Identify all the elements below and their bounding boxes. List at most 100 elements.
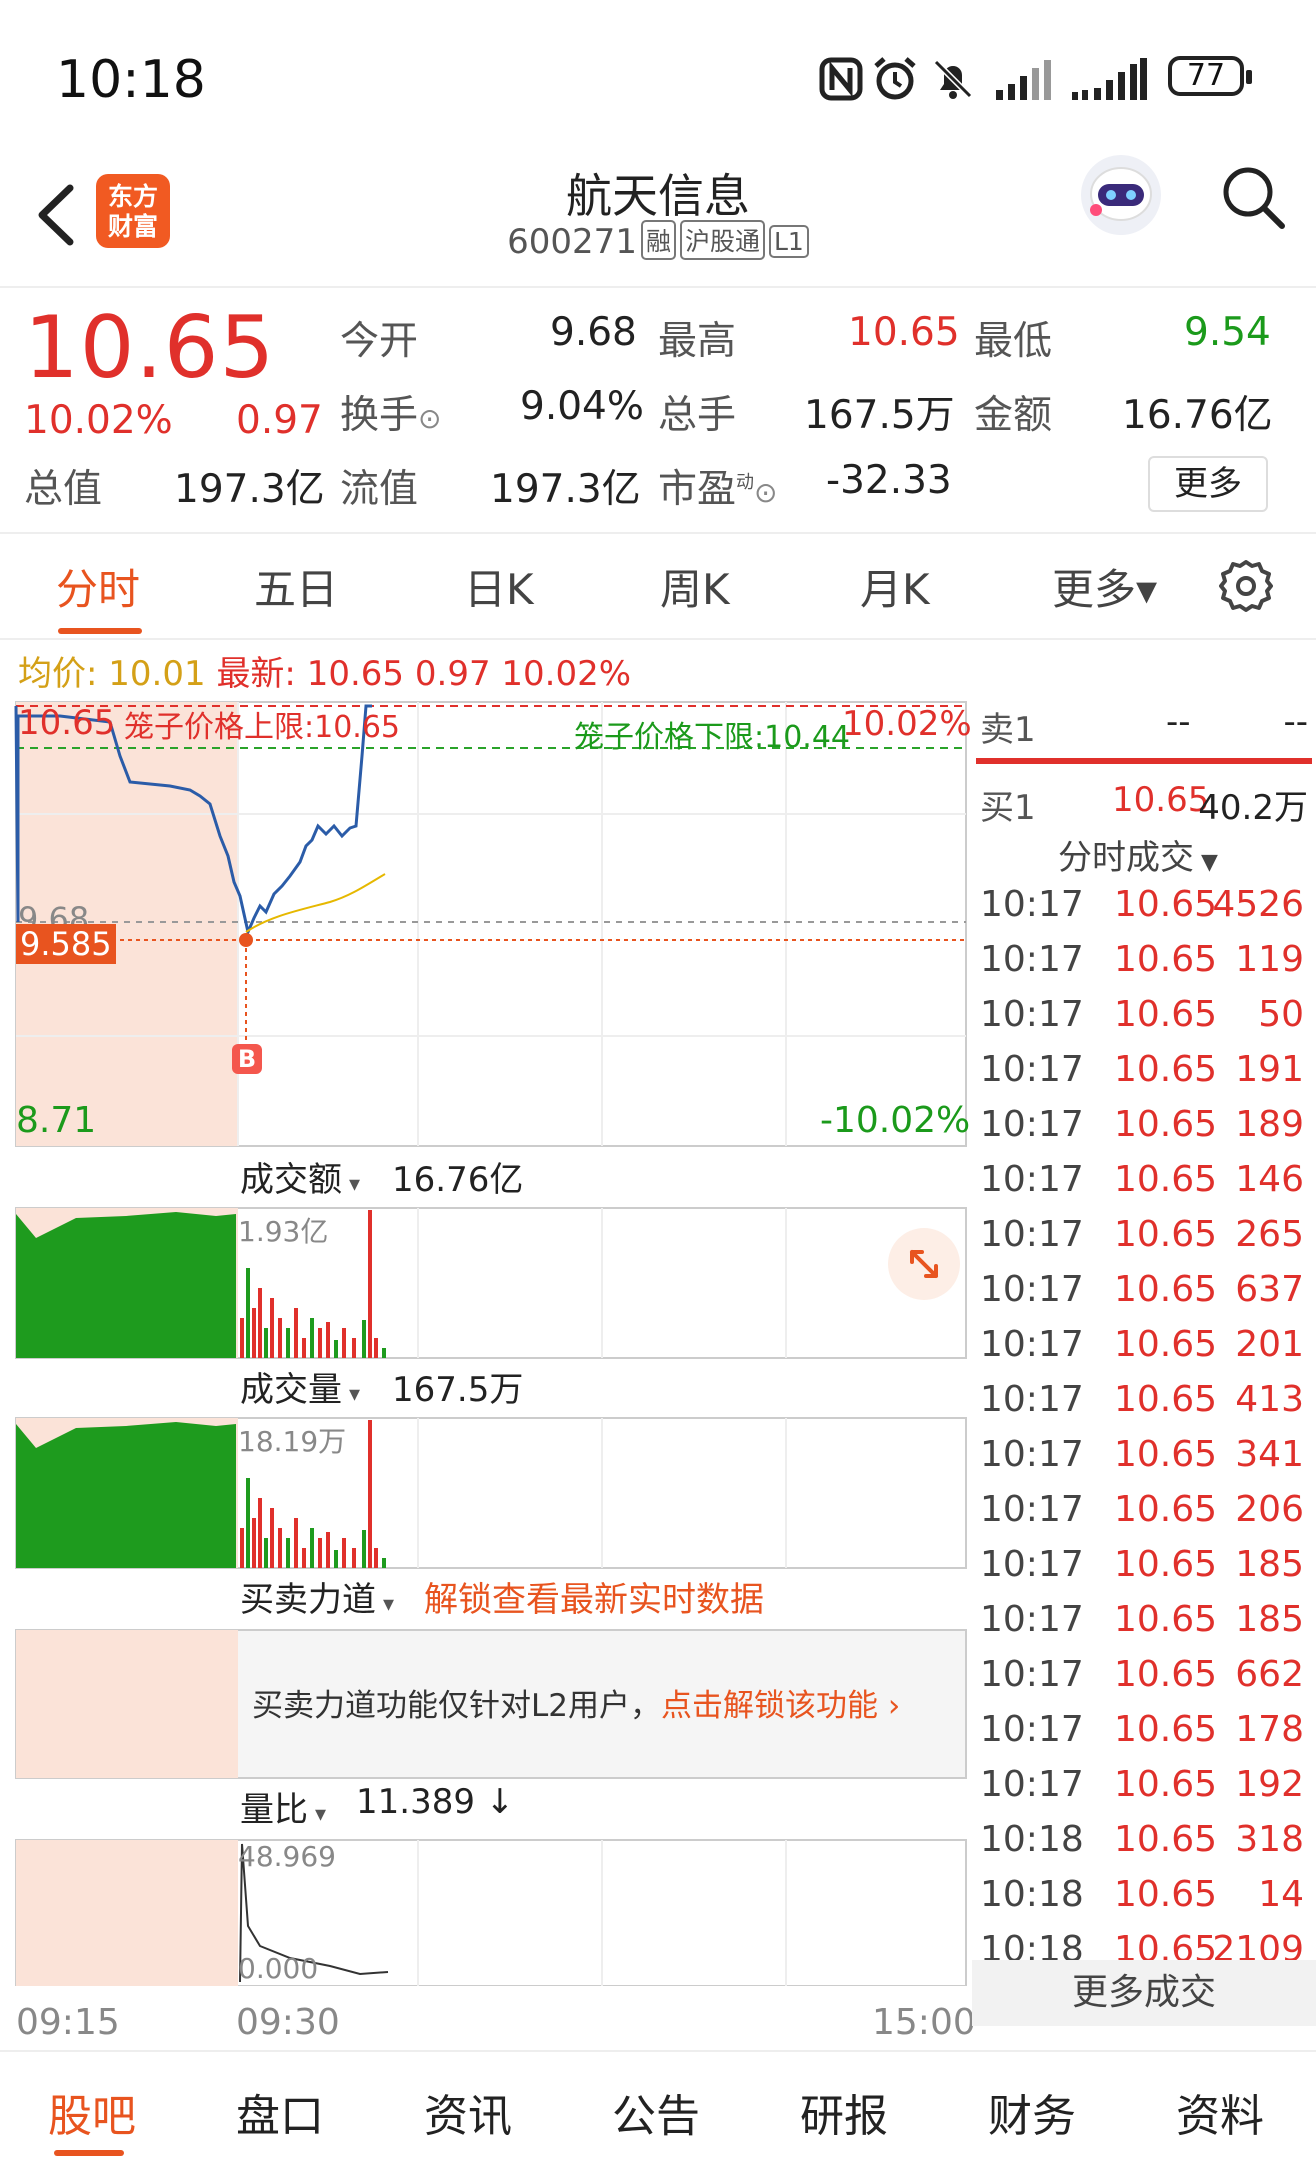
latest-label: 最新: xyxy=(216,654,296,694)
time-label-close: 15:00 xyxy=(872,2002,976,2043)
bottom-pct-label: -10.02% xyxy=(820,1100,971,1141)
quote-panel: 10.65 10.02% 0.97 总值 197.3亿 今开 9.68 最高 1… xyxy=(0,288,1316,534)
trade-time: 10:17 xyxy=(980,1764,1084,1805)
trade-volume: 318 xyxy=(1235,1819,1304,1860)
volume-panel-bar xyxy=(382,1558,386,1568)
ratio-max-label: 48.969 xyxy=(238,1840,336,1873)
info-icon: ⊙ xyxy=(754,476,778,509)
float-label: 流值 xyxy=(340,467,419,512)
trade-volume: 185 xyxy=(1235,1599,1304,1640)
top-pct-label: 10.02% xyxy=(842,704,972,744)
amount-value: 16.76亿 xyxy=(1122,393,1273,438)
volume-value: 167.5万 xyxy=(804,393,955,438)
trade-price: 10.65 xyxy=(1114,1049,1218,1090)
trade-volume: 413 xyxy=(1235,1379,1304,1420)
trade-row: 10:17 10.65 191 xyxy=(972,1049,1312,1104)
tab-daily-k[interactable]: 日K xyxy=(464,556,534,617)
amount-panel-bar xyxy=(270,1298,274,1358)
trade-row: 10:17 10.65 119 xyxy=(972,939,1312,994)
signal-icon-1 xyxy=(996,60,1051,100)
tab-5day[interactable]: 五日 xyxy=(254,556,338,617)
amount-panel-bar xyxy=(302,1338,306,1358)
amount-panel-bar xyxy=(318,1328,322,1358)
time-label-start: 09:15 xyxy=(16,2002,120,2043)
high-label: 最高 xyxy=(658,319,737,364)
volume-panel-bar xyxy=(368,1420,372,1568)
amount-panel-bar xyxy=(252,1308,256,1358)
trade-price: 10.65 xyxy=(1114,1379,1218,1420)
nav-profile[interactable]: 资料 xyxy=(1176,2080,1264,2144)
trade-row: 10:17 10.65 206 xyxy=(972,1489,1312,1544)
trade-time: 10:17 xyxy=(980,994,1084,1035)
nav-orderbook[interactable]: 盘口 xyxy=(236,2080,324,2144)
low-label: 最低 xyxy=(974,319,1053,364)
ratio-premarket xyxy=(16,1840,238,1986)
avg-value: 10.01 xyxy=(108,654,206,694)
trade-price: 10.65 xyxy=(1114,1544,1218,1585)
force-selector[interactable]: 买卖力道 ▾ xyxy=(240,1572,394,1621)
expand-icon[interactable] xyxy=(888,1228,960,1300)
force-note-link[interactable]: 点击解锁该功能 xyxy=(661,1688,878,1724)
amount-total: 16.76亿 xyxy=(392,1160,524,1200)
status-bar: 10:18 77 xyxy=(0,0,1316,150)
change-percent: 10.02% xyxy=(24,398,173,443)
nav-research[interactable]: 研报 xyxy=(800,2080,888,2144)
high-value: 10.65 xyxy=(848,310,960,355)
trade-time: 10:17 xyxy=(980,1434,1084,1475)
tag-level: L1 xyxy=(768,225,809,258)
avg-price-line xyxy=(245,873,386,933)
trade-price: 10.65 xyxy=(1114,1434,1218,1475)
nav-forum[interactable]: 股吧 xyxy=(48,2080,136,2144)
volume-panel-bar xyxy=(278,1528,282,1568)
trade-volume: 662 xyxy=(1235,1654,1304,1695)
force-premarket xyxy=(16,1630,238,1778)
tab-monthly-k[interactable]: 月K xyxy=(860,556,930,617)
robot-assistant-icon[interactable] xyxy=(1076,150,1166,240)
trades-selector[interactable]: 分时成交 ▼ xyxy=(1058,830,1218,879)
amount-panel-bar xyxy=(240,1318,244,1358)
volume-panel-bar xyxy=(352,1548,356,1568)
volume-selector[interactable]: 成交量 ▾ xyxy=(240,1362,360,1411)
signal-icon-2 xyxy=(1072,58,1147,100)
more-trades-button[interactable]: 更多成交 xyxy=(972,1960,1316,2026)
amount-panel-bar xyxy=(278,1318,282,1358)
tab-more[interactable]: 更多▾ xyxy=(1052,556,1157,617)
trade-volume: 185 xyxy=(1235,1544,1304,1585)
search-icon[interactable] xyxy=(1218,162,1288,232)
nav-announcements[interactable]: 公告 xyxy=(612,2080,700,2144)
force-unlock-link[interactable]: 解锁查看最新实时数据 xyxy=(424,1572,764,1621)
trade-volume: 50 xyxy=(1258,994,1304,1035)
trade-price: 10.65 xyxy=(1114,1654,1218,1695)
trade-row: 10:17 10.65 413 xyxy=(972,1379,1312,1434)
volume-panel-bar xyxy=(326,1532,330,1568)
pe-label[interactable]: 市盈动⊙ xyxy=(658,458,777,514)
active-nav-indicator xyxy=(54,2150,124,2156)
trade-price: 10.65 xyxy=(1114,884,1218,925)
amount-panel-bar xyxy=(342,1328,346,1358)
amount-panel-bar xyxy=(264,1328,268,1358)
trade-time: 10:18 xyxy=(980,1874,1084,1915)
tab-weekly-k[interactable]: 周K xyxy=(660,556,730,617)
trade-time: 10:17 xyxy=(980,1654,1084,1695)
gear-icon[interactable] xyxy=(1218,558,1274,614)
ratio-selector[interactable]: 量比 ▾ xyxy=(240,1782,326,1831)
amount-max-label: 1.93亿 xyxy=(238,1215,329,1248)
amount-panel-bar xyxy=(362,1320,366,1358)
tab-intraday[interactable]: 分时 xyxy=(56,556,140,617)
amount-selector[interactable]: 成交额 ▾ xyxy=(240,1152,360,1201)
more-button[interactable]: 更多 xyxy=(1148,456,1268,512)
turnover-label[interactable]: 换手⊙ xyxy=(340,384,441,440)
trade-price: 10.65 xyxy=(1114,1709,1218,1750)
volume-label: 总手 xyxy=(658,393,737,438)
volume-panel-bar xyxy=(270,1508,274,1568)
trade-row: 10:17 10.65 178 xyxy=(972,1709,1312,1764)
nav-news[interactable]: 资讯 xyxy=(424,2080,512,2144)
buy-marker[interactable]: B xyxy=(232,1044,262,1074)
trade-time: 10:17 xyxy=(980,1379,1084,1420)
nfc-icon xyxy=(819,57,863,101)
volume-panel-bar xyxy=(252,1518,256,1568)
nav-finance[interactable]: 财务 xyxy=(988,2080,1076,2144)
trade-row: 10:17 10.65 189 xyxy=(972,1104,1312,1159)
trade-volume: 265 xyxy=(1235,1214,1304,1255)
avg-label: 均价: xyxy=(18,654,98,694)
